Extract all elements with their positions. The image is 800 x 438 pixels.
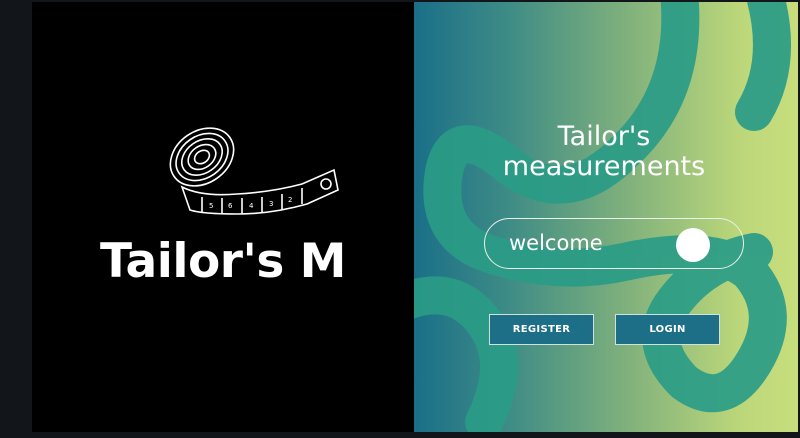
toggle-label: welcome xyxy=(509,231,603,255)
svg-text:5: 5 xyxy=(209,202,213,210)
page-title: Tailor's measurements xyxy=(502,121,706,182)
svg-text:2: 2 xyxy=(288,196,292,204)
welcome-toggle[interactable]: welcome xyxy=(484,218,744,269)
brand-name: Tailor's M xyxy=(100,234,346,289)
measuring-tape-icon: 5 6 4 3 2 xyxy=(169,127,339,215)
svg-text:3: 3 xyxy=(269,200,273,208)
register-button[interactable]: REGISTER xyxy=(489,314,594,345)
welcome-panel: Tailor's measurements welcome REGISTER L… xyxy=(414,2,798,432)
toggle-knob[interactable] xyxy=(676,228,710,262)
svg-text:4: 4 xyxy=(249,202,254,210)
svg-text:6: 6 xyxy=(228,202,233,210)
background-swirl xyxy=(414,2,791,432)
brand-panel: 5 6 4 3 2 Tailor's M xyxy=(32,2,414,432)
login-button[interactable]: LOGIN xyxy=(615,314,720,345)
app-window: 5 6 4 3 2 Tailor's M Tailor's measurements … xyxy=(32,2,798,432)
